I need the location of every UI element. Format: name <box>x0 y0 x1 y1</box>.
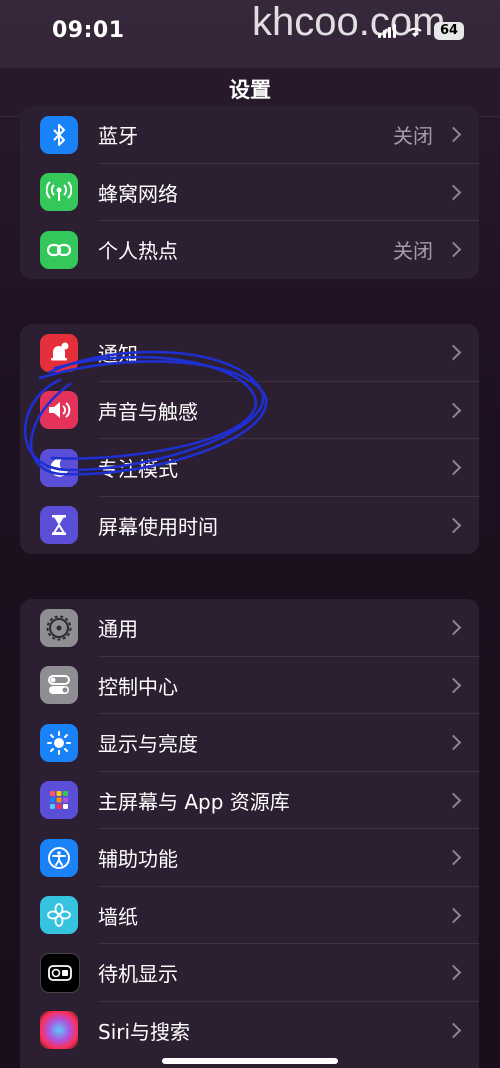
moon-icon <box>40 448 78 487</box>
settings-group-notifications: 通知 声音与触感 专注模式 屏幕使用时间 <box>20 324 479 554</box>
settings-row-screen-time[interactable]: 屏幕使用时间 <box>20 497 479 555</box>
chevron-right-icon <box>445 402 462 419</box>
row-value: 关闭 <box>393 124 433 149</box>
hourglass-icon <box>40 506 78 545</box>
settings-screen: 09:01 khcoo.com 64 设置 蓝牙 关闭 蜂窝网络 个人热点 关闭… <box>0 0 500 1068</box>
toggles-icon <box>40 666 78 705</box>
page-title: 设置 <box>229 78 271 102</box>
chevron-right-icon <box>445 849 462 866</box>
row-label: 通知 <box>98 342 138 367</box>
settings-row-control-center[interactable]: 控制中心 <box>20 657 479 714</box>
app-grid-icon <box>40 781 78 820</box>
chevron-right-icon <box>445 184 462 201</box>
settings-row-notifications[interactable]: 通知 <box>20 324 479 382</box>
settings-group-connectivity: 蓝牙 关闭 蜂窝网络 个人热点 关闭 <box>20 106 479 279</box>
row-label: 显示与亮度 <box>98 732 198 757</box>
battery-icon: 64 <box>434 22 464 40</box>
chevron-right-icon <box>445 964 462 981</box>
wifi-icon <box>408 27 422 37</box>
siri-icon <box>40 1011 78 1050</box>
chevron-right-icon <box>445 126 462 143</box>
status-bar: 09:01 khcoo.com 64 <box>0 0 500 68</box>
row-value: 关闭 <box>393 239 433 264</box>
settings-row-sounds[interactable]: 声音与触感 <box>20 382 479 439</box>
home-indicator <box>162 1058 338 1064</box>
settings-row-accessibility[interactable]: 辅助功能 <box>20 829 479 887</box>
gear-icon <box>40 608 78 647</box>
flower-icon <box>40 896 78 935</box>
settings-row-home-screen[interactable]: 主屏幕与 App 资源库 <box>20 772 479 829</box>
settings-row-standby[interactable]: 待机显示 <box>20 944 479 1002</box>
chevron-right-icon <box>445 677 462 694</box>
row-label: 蓝牙 <box>98 124 138 149</box>
chevron-right-icon <box>445 459 462 476</box>
settings-row-bluetooth[interactable]: 蓝牙 关闭 <box>20 106 479 164</box>
row-label: 墙纸 <box>98 904 138 929</box>
chevron-right-icon <box>445 619 462 636</box>
chevron-right-icon <box>445 1022 462 1039</box>
status-icons: 64 <box>378 22 464 40</box>
notification-bell-icon <box>40 333 78 372</box>
accessibility-icon <box>40 838 78 877</box>
bluetooth-icon <box>40 115 78 154</box>
chevron-right-icon <box>445 241 462 258</box>
chevron-right-icon <box>445 344 462 361</box>
row-label: 屏幕使用时间 <box>98 514 218 539</box>
chevron-right-icon <box>445 734 462 751</box>
settings-row-cellular[interactable]: 蜂窝网络 <box>20 164 479 221</box>
row-label: 声音与触感 <box>98 399 198 424</box>
chevron-right-icon <box>445 517 462 534</box>
row-label: 控制中心 <box>98 674 178 699</box>
row-label: 辅助功能 <box>98 847 178 872</box>
speaker-icon <box>40 391 78 430</box>
row-label: 专注模式 <box>98 457 178 482</box>
chevron-right-icon <box>445 907 462 924</box>
status-time: 09:01 <box>52 18 125 43</box>
settings-group-general: 通用 控制中心 显示与亮度 主屏幕与 App 资源库 辅助功能 墙纸 待机显示 … <box>20 599 479 1068</box>
standby-icon <box>40 952 80 993</box>
row-label: 通用 <box>98 617 138 642</box>
settings-row-hotspot[interactable]: 个人热点 关闭 <box>20 221 479 279</box>
signal-icon <box>378 24 396 38</box>
hotspot-icon <box>40 230 78 269</box>
cellular-icon <box>40 173 78 212</box>
settings-row-general[interactable]: 通用 <box>20 599 479 657</box>
row-label: 主屏幕与 App 资源库 <box>98 789 290 814</box>
chevron-right-icon <box>445 792 462 809</box>
sun-icon <box>40 723 78 762</box>
row-label: 待机显示 <box>98 962 178 987</box>
settings-row-focus[interactable]: 专注模式 <box>20 439 479 497</box>
row-label: 个人热点 <box>98 239 178 264</box>
row-label: 蜂窝网络 <box>98 181 178 206</box>
row-label: Siri与搜索 <box>98 1019 191 1044</box>
settings-row-wallpaper[interactable]: 墙纸 <box>20 887 479 944</box>
settings-row-siri[interactable]: Siri与搜索 <box>20 1002 479 1060</box>
settings-row-display[interactable]: 显示与亮度 <box>20 714 479 772</box>
